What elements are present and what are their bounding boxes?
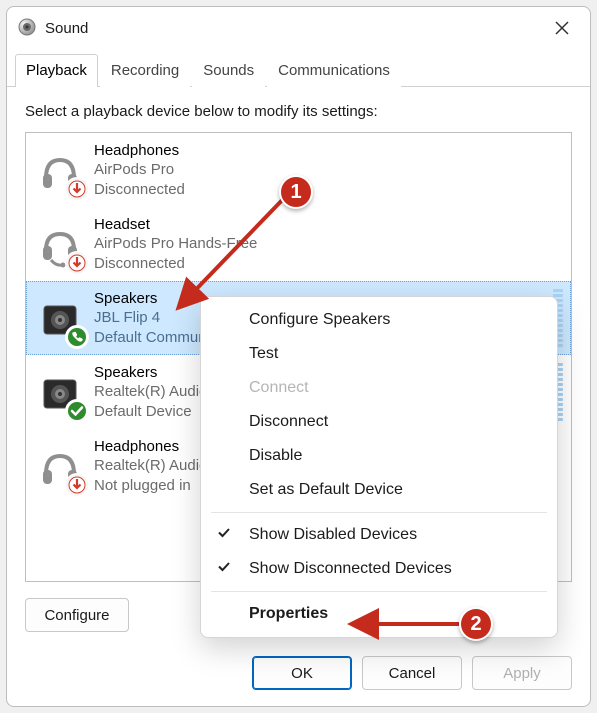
- device-text: HeadphonesRealtek(R) AudioNot plugged in: [94, 437, 207, 496]
- headphones-icon: [32, 440, 84, 492]
- menu-show-disconnected-devices[interactable]: Show Disconnected Devices: [201, 552, 557, 586]
- close-button[interactable]: [542, 8, 582, 48]
- instruction-text: Select a playback device below to modify…: [25, 103, 572, 120]
- menu-set-as-default-device[interactable]: Set as Default Device: [201, 473, 557, 507]
- menu-disconnect[interactable]: Disconnect: [201, 405, 557, 439]
- speaker-dark-icon: [32, 292, 84, 344]
- headset-icon: [32, 218, 84, 270]
- device-status: Disconnected: [94, 254, 257, 274]
- device-product: Realtek(R) Audio: [94, 382, 207, 402]
- titlebar: Sound: [7, 7, 590, 49]
- dialog-footer: OK Cancel Apply: [252, 656, 572, 690]
- device-name: Speakers: [94, 363, 207, 383]
- menu-disable[interactable]: Disable: [201, 439, 557, 473]
- menu-test[interactable]: Test: [201, 337, 557, 371]
- menu-connect: Connect: [201, 371, 557, 405]
- device-text: HeadsetAirPods Pro Hands-FreeDisconnecte…: [94, 215, 257, 274]
- ok-button[interactable]: OK: [252, 656, 352, 690]
- window-title: Sound: [45, 20, 88, 37]
- device-product: AirPods Pro: [94, 160, 185, 180]
- menu-properties[interactable]: Properties: [201, 597, 557, 631]
- cancel-button[interactable]: Cancel: [362, 656, 462, 690]
- tab-communications[interactable]: Communications: [267, 54, 401, 87]
- check-icon: [217, 526, 231, 545]
- device-row[interactable]: HeadsetAirPods Pro Hands-FreeDisconnecte…: [26, 207, 571, 281]
- tab-sounds[interactable]: Sounds: [192, 54, 265, 87]
- menu-configure-speakers[interactable]: Configure Speakers: [201, 303, 557, 337]
- tab-playback[interactable]: Playback: [15, 54, 98, 87]
- device-product: AirPods Pro Hands-Free: [94, 234, 257, 254]
- app-icon: [17, 17, 37, 40]
- device-name: Headphones: [94, 141, 185, 161]
- device-status: Default Device: [94, 402, 207, 422]
- configure-button[interactable]: Configure: [25, 598, 129, 632]
- apply-button[interactable]: Apply: [472, 656, 572, 690]
- headphones-icon: [32, 144, 84, 196]
- check-icon: [217, 560, 231, 579]
- device-status: Not plugged in: [94, 476, 207, 496]
- device-row[interactable]: HeadphonesAirPods ProDisconnected: [26, 133, 571, 207]
- device-name: Headset: [94, 215, 257, 235]
- device-text: SpeakersRealtek(R) AudioDefault Device: [94, 363, 207, 422]
- device-product: Realtek(R) Audio: [94, 456, 207, 476]
- device-status: Disconnected: [94, 180, 185, 200]
- menu-show-disabled-devices[interactable]: Show Disabled Devices: [201, 518, 557, 552]
- tabs: PlaybackRecordingSoundsCommunications: [7, 53, 590, 87]
- device-text: HeadphonesAirPods ProDisconnected: [94, 141, 185, 200]
- speaker-dark-icon: [32, 366, 84, 418]
- context-menu: Configure SpeakersTestConnectDisconnectD…: [200, 296, 558, 638]
- tab-recording[interactable]: Recording: [100, 54, 190, 87]
- device-name: Headphones: [94, 437, 207, 457]
